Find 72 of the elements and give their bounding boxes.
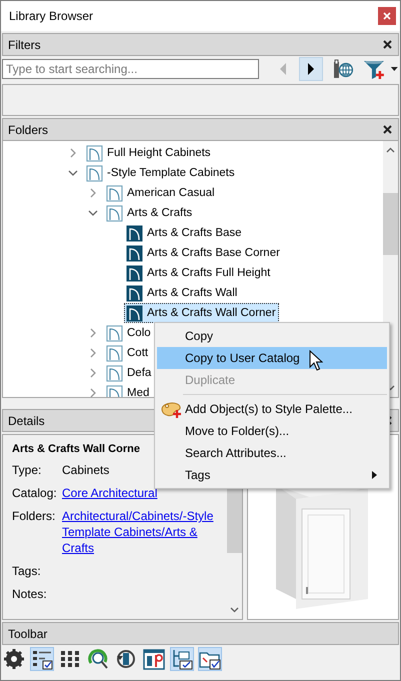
tree-item[interactable]: Arts & Crafts Wall bbox=[124, 283, 240, 303]
cabinet-outline-icon bbox=[106, 344, 123, 362]
menu-item[interactable]: Tags bbox=[157, 464, 387, 486]
menu-item[interactable]: Copy to User Catalog bbox=[157, 347, 387, 369]
tree-item[interactable]: Arts & Crafts Wall Corner bbox=[124, 303, 279, 323]
rotate-button[interactable] bbox=[114, 647, 138, 671]
expand-icon[interactable] bbox=[88, 328, 98, 338]
field-label: Type: bbox=[12, 462, 42, 478]
field-label: Folders: bbox=[12, 508, 56, 524]
tree-item[interactable]: American Casual bbox=[104, 183, 218, 203]
panel-title: Details bbox=[8, 414, 45, 428]
close-icon[interactable] bbox=[382, 39, 393, 50]
gear-button[interactable] bbox=[2, 647, 26, 671]
expand-icon[interactable] bbox=[88, 348, 98, 358]
cabinet-outline-icon bbox=[106, 364, 123, 382]
field-label: Notes: bbox=[12, 586, 48, 602]
scroll-down-icon[interactable] bbox=[230, 607, 239, 613]
panel-title: Filters bbox=[8, 38, 41, 52]
folder-check-button[interactable] bbox=[198, 647, 222, 671]
tree-item[interactable]: Arts & Crafts Base bbox=[124, 223, 245, 243]
filter-add-icon[interactable] bbox=[363, 58, 400, 80]
panel-title: Toolbar bbox=[8, 626, 48, 640]
window-title: Library Browser bbox=[9, 9, 94, 23]
cabinet-icon bbox=[126, 224, 143, 242]
tree-item[interactable]: Arts & Crafts Full Height bbox=[124, 263, 274, 283]
tree-item[interactable]: Full Height Cabinets bbox=[84, 143, 214, 163]
tree-item[interactable]: Cott bbox=[104, 343, 152, 363]
close-icon[interactable] bbox=[382, 124, 393, 135]
tree-item[interactable]: Arts & Crafts Base Corner bbox=[124, 243, 283, 263]
cursor-icon bbox=[309, 350, 323, 372]
forward-button[interactable] bbox=[299, 57, 324, 81]
field-label: Catalog: bbox=[12, 485, 58, 501]
cabinet-outline-icon bbox=[106, 324, 123, 342]
expand-icon[interactable] bbox=[88, 388, 98, 397]
expand-icon[interactable] bbox=[88, 188, 98, 198]
menu-item[interactable]: Copy bbox=[157, 325, 387, 347]
cabinet-outline-icon bbox=[106, 204, 123, 222]
library-globe-icon[interactable] bbox=[333, 59, 354, 79]
link[interactable]: Core Architectural bbox=[62, 485, 158, 501]
field-label: Tags: bbox=[12, 563, 42, 579]
tree-item[interactable]: Med bbox=[104, 383, 152, 397]
search-button[interactable] bbox=[86, 647, 110, 671]
scroll-up-icon[interactable] bbox=[386, 147, 395, 153]
menu-item[interactable]: Search Attributes... bbox=[157, 442, 387, 464]
list-check-button[interactable] bbox=[30, 647, 54, 671]
close-button[interactable] bbox=[378, 7, 396, 25]
collapse-icon[interactable] bbox=[88, 208, 98, 218]
item-name: Arts & Crafts Wall Corne bbox=[12, 443, 140, 455]
cabinet-outline-icon bbox=[86, 144, 103, 162]
field-value: Cabinets bbox=[62, 462, 110, 478]
link[interactable]: Architectural/Cabinets/-Style Template Cabinets/Arts & Crafts bbox=[62, 508, 224, 556]
panel-title: Folders bbox=[8, 122, 48, 136]
cabinet-icon bbox=[126, 264, 143, 282]
cabinet-icon bbox=[126, 244, 143, 262]
menu-item[interactable]: Move to Folder(s)... bbox=[157, 420, 387, 442]
tree-item[interactable]: -Style Template Cabinets bbox=[84, 163, 238, 183]
tree-button[interactable] bbox=[170, 647, 194, 671]
expand-icon[interactable] bbox=[68, 148, 78, 158]
tree-item[interactable]: Arts & Crafts bbox=[104, 203, 196, 223]
expand-icon[interactable] bbox=[88, 368, 98, 378]
cabinet-icon bbox=[126, 284, 143, 302]
tree-item[interactable]: Colo bbox=[104, 323, 154, 343]
submenu-arrow-icon bbox=[372, 471, 377, 479]
tree-item[interactable]: Defa bbox=[104, 363, 154, 383]
forward-icon[interactable] bbox=[306, 62, 316, 76]
cabinet-outline-icon bbox=[86, 164, 103, 182]
search-field[interactable]: Type to start searching... bbox=[2, 59, 259, 79]
cabinet-icon bbox=[126, 304, 143, 322]
collapse-icon[interactable] bbox=[68, 168, 78, 178]
menu-item[interactable]: Add Object(s) to Style Palette... bbox=[157, 398, 387, 420]
cabinet-outline-icon bbox=[106, 184, 123, 202]
panel-button[interactable] bbox=[142, 647, 166, 671]
